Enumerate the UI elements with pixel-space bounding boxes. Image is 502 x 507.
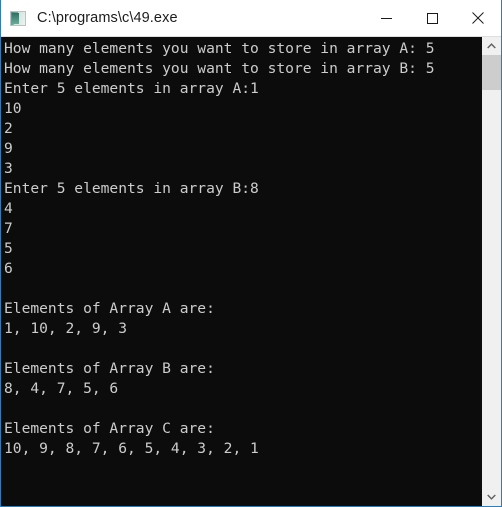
close-button[interactable] — [455, 0, 501, 36]
scrollbar-thumb[interactable] — [482, 55, 501, 90]
scroll-up-button[interactable] — [482, 37, 501, 55]
scrollbar-track[interactable] — [482, 55, 501, 488]
maximize-button[interactable] — [409, 0, 455, 36]
console-output: How many elements you want to store in a… — [1, 37, 481, 506]
scroll-down-button[interactable] — [482, 488, 501, 506]
chevron-up-icon — [487, 43, 496, 49]
minimize-button[interactable] — [363, 0, 409, 36]
console-app-icon — [10, 10, 26, 26]
window-title: C:\programs\c\49.exe — [37, 10, 178, 26]
console-body[interactable]: How many elements you want to store in a… — [1, 37, 501, 506]
title-bar-left: C:\programs\c\49.exe — [1, 10, 363, 26]
minimize-icon — [380, 17, 392, 19]
window-controls — [363, 0, 501, 36]
console-window: C:\programs\c\49.exe How many elements y… — [0, 0, 502, 507]
vertical-scrollbar[interactable] — [481, 37, 501, 506]
maximize-icon — [426, 12, 438, 24]
title-bar[interactable]: C:\programs\c\49.exe — [1, 0, 501, 37]
chevron-down-icon — [487, 494, 496, 500]
close-icon — [472, 12, 484, 24]
